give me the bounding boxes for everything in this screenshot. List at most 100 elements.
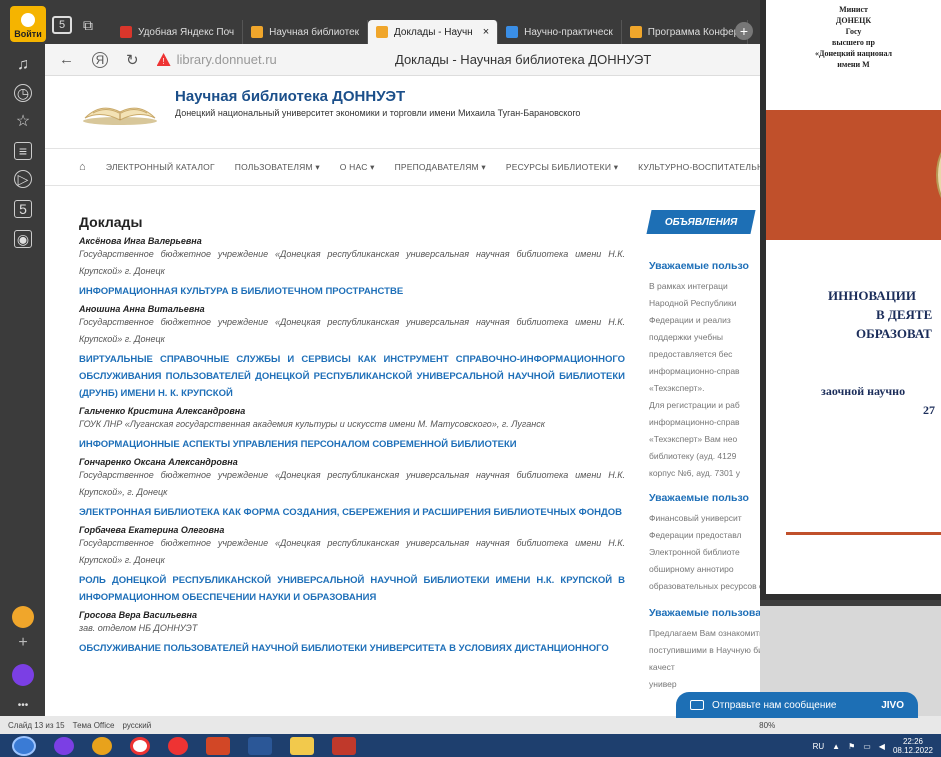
- home-icon[interactable]: ⌂: [79, 161, 86, 173]
- reload-icon[interactable]: ↻: [126, 51, 139, 69]
- tab-list: Удобная Яндекс Поч Научная библиотек Докла…: [112, 20, 749, 44]
- alice-fox-icon[interactable]: [12, 606, 34, 628]
- menu-item[interactable]: ПОЛЬЗОВАТЕЛЯМ ▾: [235, 162, 320, 173]
- site-subtitle: Донецкий национальный университет эконом…: [175, 108, 581, 118]
- browser-tab[interactable]: Удобная Яндекс Поч: [112, 20, 244, 44]
- yandex-taskbar-icon[interactable]: [130, 736, 150, 755]
- menu-item[interactable]: КУЛЬТУРНО-ВОСПИТАТЕЛЬНА: [638, 162, 760, 172]
- report-title-link[interactable]: ЭЛЕКТРОННАЯ БИБЛИОТЕКА КАК ФОРМА СОЗДАНИ…: [79, 504, 625, 521]
- announcement-title[interactable]: Уважаемые пользо: [649, 492, 760, 504]
- notes-icon[interactable]: ≡: [14, 142, 32, 160]
- yandex-browser-taskbar-icon[interactable]: [168, 736, 188, 755]
- slide-header-line: Госу: [845, 27, 862, 36]
- announcement-text: В рамках интеграци Народной Республики Фед…: [649, 278, 760, 482]
- report-title-link[interactable]: РОЛЬ ДОНЕЦКОЙ РЕСПУБЛИКАНСКОЙ УНИВЕРСАЛЬ…: [79, 572, 625, 606]
- login-label: Войти: [14, 29, 42, 39]
- web-page: Научная библиотека ДОННУЭТ Донецкий наци…: [45, 76, 760, 716]
- report-title-link[interactable]: ИНФОРМАЦИОННАЯ КУЛЬТУРА В БИБЛИОТЕЧНОМ П…: [79, 283, 625, 300]
- new-tab-button[interactable]: +: [735, 22, 753, 40]
- screenshot-icon[interactable]: ◉: [14, 230, 32, 248]
- add-panel-icon[interactable]: +: [14, 634, 32, 652]
- announcement-line: обширному аннотиро: [649, 564, 734, 574]
- menu-item[interactable]: ЭЛЕКТРОННЫЙ КАТАЛОГ: [106, 162, 215, 172]
- tray-expand-icon[interactable]: ▲: [832, 742, 840, 751]
- announcement-title[interactable]: Уважаемые пользо: [649, 260, 760, 272]
- library-book-logo[interactable]: [81, 88, 159, 126]
- announcement-line: информационно-справ: [649, 366, 740, 376]
- clock[interactable]: 22:26 08.12.2022: [893, 737, 933, 755]
- menu-item[interactable]: ПРЕПОДАВАТЕЛЯМ ▾: [395, 162, 486, 173]
- tab-label: Удобная Яндекс Поч: [138, 26, 235, 38]
- announcement-title[interactable]: Уважаемые пользователи!: [649, 607, 760, 619]
- announcement-line: универ: [649, 679, 677, 689]
- url-field[interactable]: ! library.donnuet.ru: [156, 52, 277, 67]
- announcement-line: Для регистрации и раб: [649, 400, 740, 410]
- zoom-level[interactable]: 80%: [759, 721, 775, 730]
- browser-tab[interactable]: Программа Конфер: [622, 20, 749, 44]
- explorer-taskbar-icon[interactable]: [290, 736, 314, 755]
- login-button[interactable]: Войти: [10, 6, 46, 42]
- bell-icon[interactable]: ♫: [14, 56, 32, 74]
- language-indicator[interactable]: русский: [122, 721, 151, 730]
- browser-tab[interactable]: Доклады - Научн ×: [368, 20, 499, 44]
- time: 22:26: [902, 737, 923, 746]
- back-arrow-icon[interactable]: ←: [59, 51, 74, 68]
- play-icon[interactable]: ▷: [14, 170, 32, 188]
- report-title-link[interactable]: ОБСЛУЖИВАНИЕ ПОЛЬЗОВАТЕЛЕЙ НАУЧНОЙ БИБЛИ…: [79, 640, 625, 657]
- author-name: Гончаренко Оксана Александровна: [79, 457, 238, 467]
- menu-item[interactable]: О НАС ▾: [340, 162, 375, 173]
- system-tray: RU ▲ ⚑ ▭ ◀ 22:26 08.12.2022: [813, 736, 933, 756]
- yandex-protect-icon[interactable]: Я: [92, 51, 108, 68]
- announcement-line: поддержки учебны: [649, 332, 724, 342]
- announcement-line: Финансовый университ: [649, 513, 742, 523]
- tab-manager-icon[interactable]: ⧉: [78, 16, 98, 34]
- user-avatar-icon: [21, 13, 35, 27]
- announcement-line: информационно-справ: [649, 417, 740, 427]
- more-icon[interactable]: •••: [14, 696, 32, 714]
- browser-tab[interactable]: Научно-практическ: [498, 20, 622, 44]
- slide-header-line: высшего пр: [832, 38, 875, 47]
- tab-favicon-icon: [506, 26, 519, 38]
- menu-item[interactable]: РЕСУРСЫ БИБЛИОТЕКИ ▾: [506, 162, 618, 173]
- language-indicator[interactable]: RU: [813, 742, 825, 751]
- theme-name: Тема Office: [72, 720, 115, 730]
- alice-taskbar-icon[interactable]: [54, 736, 74, 755]
- main-menu: ⌂ ЭЛЕКТРОННЫЙ КАТАЛОГ ПОЛЬЗОВАТЕЛЯМ ▾ О НА…: [45, 148, 760, 186]
- site-title[interactable]: Научная библиотека ДОННУЭТ: [175, 88, 405, 105]
- tab-label: Программа Конфер: [647, 26, 740, 38]
- flag-icon[interactable]: ⚑: [848, 742, 855, 751]
- history-icon[interactable]: ◷: [14, 84, 32, 102]
- section-heading: Доклады: [79, 214, 143, 230]
- report-title-link[interactable]: ВИРТУАЛЬНЫЕ СПРАВОЧНЫЕ СЛУЖБЫ И СЕРВИСЫ …: [79, 351, 625, 402]
- yandex-apps-icon[interactable]: 5: [14, 200, 32, 218]
- tab-favicon-icon: [629, 26, 642, 38]
- insecure-warning-icon[interactable]: !: [156, 53, 171, 66]
- announcement-line: Электронной библиоте: [649, 547, 740, 557]
- browser-tab[interactable]: Научная библиотек: [243, 20, 369, 44]
- announcement-line: качест: [649, 662, 675, 672]
- author-name: Гальченко Кристина Александровна: [79, 406, 246, 416]
- presentation-slide: Минист ДОНЕЦК Госу высшего пр «Донецкий наци…: [760, 0, 941, 600]
- slide-header-line: «Донецкий национал: [814, 49, 893, 58]
- report-title-link[interactable]: ИНФОРМАЦИОННЫЕ АСПЕКТЫ УПРАВЛЕНИЯ ПЕРСОН…: [79, 436, 625, 453]
- volume-icon[interactable]: ◀: [879, 742, 885, 751]
- bookmarks-star-icon[interactable]: ☆: [14, 112, 32, 130]
- powerpoint-taskbar-icon[interactable]: [206, 736, 230, 755]
- network-icon[interactable]: ▭: [863, 742, 871, 751]
- page-title: Доклады - Научная библиотека ДОННУЭТ: [395, 52, 652, 67]
- start-button[interactable]: [12, 735, 36, 756]
- announcement-text: Предлагаем Вам ознакомиться с изданиями,…: [649, 625, 760, 693]
- announcement-line: В рамках интеграци: [649, 281, 728, 291]
- announcement-line: Народной Республики: [649, 298, 737, 308]
- tab-favicon-icon: [376, 26, 389, 38]
- tab-label: Научно-практическ: [524, 26, 613, 38]
- author-name: Гросова Вера Васильевна: [79, 610, 197, 620]
- alice-assistant-icon[interactable]: [12, 664, 34, 686]
- word-taskbar-icon[interactable]: [248, 736, 272, 755]
- slide-header-line: имени М: [837, 60, 870, 69]
- close-tab-icon[interactable]: ×: [483, 26, 489, 38]
- browser-taskbar-icon[interactable]: [92, 736, 112, 755]
- yandex-home-icon[interactable]: 5: [52, 16, 72, 34]
- camera-taskbar-icon[interactable]: [332, 736, 356, 755]
- jivo-chat-widget[interactable]: Отправьте нам сообщение JIVO: [676, 692, 918, 718]
